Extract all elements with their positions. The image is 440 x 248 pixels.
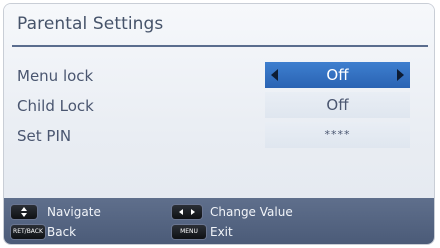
exit-hint: Exit <box>210 225 233 239</box>
set-pin-row[interactable]: Set PIN **** <box>4 122 434 151</box>
child-lock-row[interactable]: Child Lock Off <box>4 92 434 121</box>
child-lock-label: Child Lock <box>17 97 94 115</box>
left-right-key-icon <box>172 205 202 219</box>
up-down-key-icon <box>11 205 37 219</box>
ret-back-key-icon: RET/BACK <box>11 225 45 239</box>
menu-lock-row[interactable]: Menu lock Off <box>4 62 434 91</box>
set-pin-value: **** <box>324 128 351 141</box>
change-value-hint: Change Value <box>210 205 293 219</box>
menu-key-icon: MENU <box>172 225 206 239</box>
back-hint: Back <box>47 225 77 239</box>
menu-lock-value-selector[interactable]: Off <box>265 62 410 88</box>
title-bar: Parental Settings <box>4 4 434 49</box>
child-lock-value: Off <box>326 96 349 114</box>
menu-lock-value: Off <box>326 66 349 84</box>
set-pin-value-field[interactable]: **** <box>265 122 410 148</box>
title-divider <box>12 45 428 47</box>
set-pin-label: Set PIN <box>17 127 72 145</box>
right-arrow-icon[interactable] <box>397 69 404 81</box>
dialog-title: Parental Settings <box>17 14 164 34</box>
navigate-hint: Navigate <box>47 205 101 219</box>
footer-hint-bar: Navigate Change Value RET/BACK Back MENU… <box>4 198 434 244</box>
menu-lock-label: Menu lock <box>17 67 94 85</box>
parental-settings-dialog: Parental Settings Menu lock Off Child Lo… <box>4 4 434 244</box>
child-lock-value-selector[interactable]: Off <box>265 92 410 118</box>
